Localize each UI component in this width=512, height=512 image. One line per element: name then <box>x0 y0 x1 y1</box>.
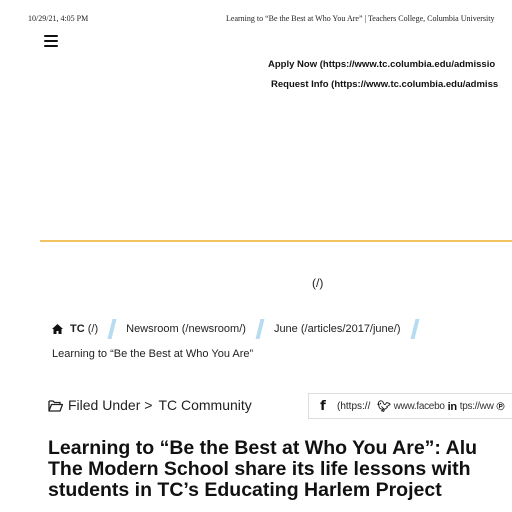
linkedin-icon[interactable]: in <box>448 401 457 413</box>
house-icon[interactable] <box>52 324 63 334</box>
share-bar: f (https:// 🐦︎ www.facebo in tps://ww ℗ <box>308 393 512 419</box>
hamburger-menu-icon[interactable] <box>44 35 58 47</box>
breadcrumb: TC (/) Newsroom (/newsroom/) June (/arti… <box>52 319 429 339</box>
facebook-share-link[interactable]: (https:// <box>337 401 370 412</box>
folder-open-icon <box>48 399 63 412</box>
filed-under: Filed Under > TC Community <box>48 396 252 414</box>
filed-under-label: Filed Under > <box>68 397 153 413</box>
logo-home-link[interactable]: (/) <box>312 276 323 290</box>
breadcrumb-separator <box>255 319 265 339</box>
breadcrumb-june[interactable]: June (/articles/2017/june/) <box>274 323 401 335</box>
share-overlap: 🐦︎ www.facebo in tps://ww ℗ <box>377 400 505 414</box>
breadcrumb-newsroom[interactable]: Newsroom (/newsroom/) <box>126 323 246 335</box>
breadcrumb-tc[interactable]: TC (/) <box>70 323 98 335</box>
print-title: Learning to “Be the Best at Who You Are”… <box>226 14 495 23</box>
breadcrumb-separator <box>410 319 420 339</box>
twitter-icon[interactable]: 🐦︎ <box>377 400 391 413</box>
breadcrumb-tc-href: (/) <box>84 323 99 335</box>
request-info-link[interactable]: Request Info (https://www.tc.columbia.ed… <box>271 79 498 90</box>
article-title-line-2: The Modern School share its life lessons… <box>48 458 471 480</box>
article-title-line-3: students in TC’s Educating Harlem Projec… <box>48 479 442 501</box>
gold-divider <box>40 240 512 242</box>
category-link[interactable]: TC Community <box>158 397 251 413</box>
share-tail-text[interactable]: tps://ww <box>460 401 494 412</box>
pinterest-icon[interactable]: ℗ <box>497 401 505 413</box>
breadcrumb-current: Learning to “Be the Best at Who You Are” <box>52 348 254 360</box>
article-title: Learning to “Be the Best at Who You Are”… <box>48 438 512 501</box>
breadcrumb-separator <box>107 319 117 339</box>
apply-now-link[interactable]: Apply Now (https://www.tc.columbia.edu/a… <box>268 59 495 70</box>
breadcrumb-tc-label: TC <box>70 323 85 335</box>
share-overlap-text[interactable]: www.facebo <box>394 401 445 412</box>
article-title-line-1: Learning to “Be the Best at Who You Are”… <box>48 437 478 459</box>
facebook-icon[interactable]: f <box>309 399 337 414</box>
print-date: 10/29/21, 4:05 PM <box>28 14 89 23</box>
